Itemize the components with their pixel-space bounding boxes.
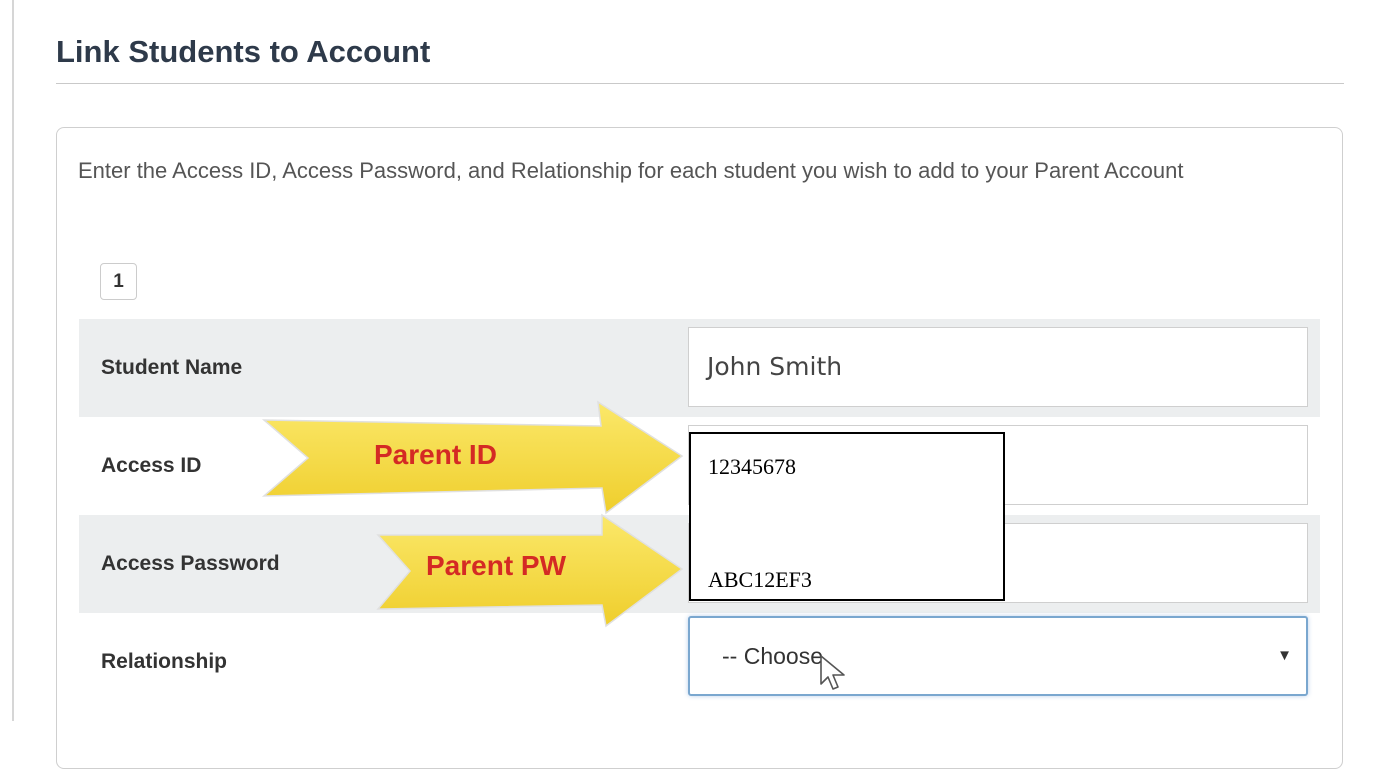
- title-divider: [56, 83, 1344, 84]
- access-password-label: Access Password: [101, 552, 280, 575]
- mouse-cursor-icon: [820, 655, 845, 690]
- overlay-access-id: 12345678: [708, 454, 796, 479]
- parent-pw-arrow-label: Parent PW: [426, 550, 567, 581]
- parent-id-arrow: Parent ID: [261, 400, 684, 515]
- access-id-label: Access ID: [101, 454, 202, 477]
- relationship-selected-value: -- Choose: [722, 643, 823, 669]
- parent-id-arrow-label: Parent ID: [374, 439, 497, 470]
- relationship-select[interactable]: -- Choose ▼: [688, 616, 1308, 696]
- parent-pw-arrow: Parent PW: [376, 513, 684, 628]
- student-step-badge: 1: [100, 263, 137, 300]
- credentials-overlay: 12345678 ABC12EF3: [689, 432, 1005, 601]
- page-title: Link Students to Account: [56, 34, 431, 69]
- relationship-label: Relationship: [101, 650, 228, 673]
- student-name-input[interactable]: John Smith: [688, 327, 1308, 407]
- relationship-row: Relationship -- Choose ▼: [79, 613, 1320, 711]
- student-name-label: Student Name: [101, 356, 243, 379]
- caret-down-icon: ▼: [1277, 647, 1292, 664]
- left-border-rule: [12, 0, 14, 721]
- instructions-text: Enter the Access ID, Access Password, an…: [78, 158, 1184, 183]
- overlay-access-password: ABC12EF3: [708, 567, 812, 592]
